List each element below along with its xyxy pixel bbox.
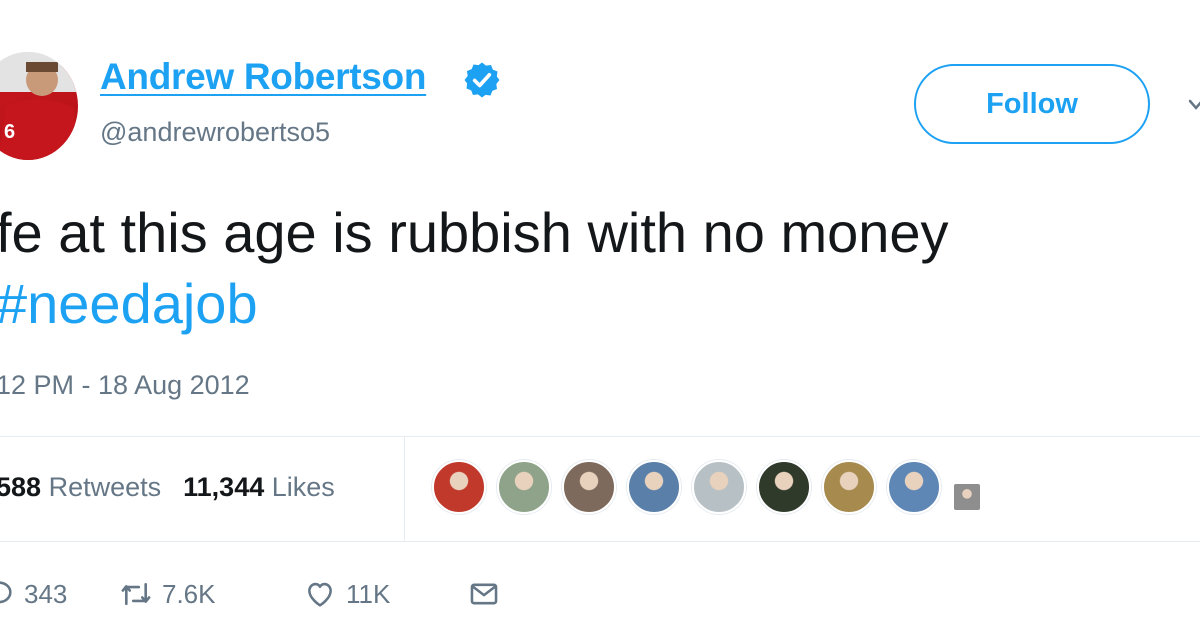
liker-avatar[interactable] xyxy=(562,460,616,514)
follow-button[interactable]: Follow xyxy=(914,64,1150,144)
reply-icon xyxy=(0,581,12,604)
stats-divider xyxy=(404,437,405,541)
chevron-down-icon[interactable] xyxy=(1186,95,1200,115)
liker-avatar[interactable] xyxy=(952,482,982,512)
liker-avatar[interactable] xyxy=(627,460,681,514)
retweets-label: Retweets xyxy=(48,472,162,502)
hashtag-link[interactable]: #needajob xyxy=(0,268,949,339)
heart-icon xyxy=(308,582,332,607)
liker-avatars xyxy=(432,460,982,516)
tweet-timestamp[interactable]: 12 PM - 18 Aug 2012 xyxy=(0,370,250,401)
like-button[interactable]: 11K xyxy=(302,577,466,611)
svg-text:6: 6 xyxy=(4,121,15,143)
retweet-icon xyxy=(121,582,151,606)
reply-button[interactable]: 343 xyxy=(0,577,112,611)
retweets-stat[interactable]: 588 Retweets xyxy=(0,472,161,502)
user-handle[interactable]: @andrewrobertso5 xyxy=(100,117,330,148)
like-count: 11K xyxy=(346,578,391,609)
direct-message-button[interactable] xyxy=(466,577,502,611)
reply-count: 343 xyxy=(24,578,68,609)
retweets-count: 588 xyxy=(0,472,42,502)
liker-avatar[interactable] xyxy=(822,460,876,514)
tweet-stats: 588 Retweets 11,344 Likes xyxy=(0,472,335,503)
liker-avatar[interactable] xyxy=(757,460,811,514)
tweet-actions: 343 7.6K 11K xyxy=(0,572,502,616)
divider-bottom xyxy=(0,541,1200,542)
envelope-icon xyxy=(470,583,498,605)
likes-stat[interactable]: 11,344 Likes xyxy=(183,472,335,502)
retweet-count: 7.6K xyxy=(162,578,216,609)
liker-avatar[interactable] xyxy=(432,460,486,514)
avatar[interactable]: 6 xyxy=(0,52,78,160)
verified-badge-icon xyxy=(464,62,500,98)
divider-top xyxy=(0,436,1200,437)
liker-avatar[interactable] xyxy=(692,460,746,514)
likes-count: 11,344 xyxy=(183,472,265,502)
user-name[interactable]: Andrew Robertson xyxy=(100,56,426,98)
tweet-text-line: fe at this age is rubbish with no money xyxy=(0,201,949,264)
liker-avatar[interactable] xyxy=(887,460,941,514)
tweet-text: fe at this age is rubbish with no money … xyxy=(0,197,949,339)
likes-label: Likes xyxy=(271,472,335,502)
liker-avatar[interactable] xyxy=(497,460,551,514)
retweet-button[interactable]: 7.6K xyxy=(118,577,302,611)
